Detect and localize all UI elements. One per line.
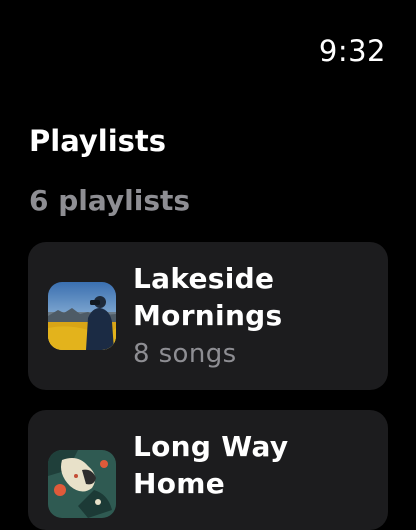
status-time: 9:32: [318, 34, 386, 68]
page-title: Playlists: [29, 124, 167, 158]
playlist-card-long-way-home[interactable]: Long Way Home: [28, 410, 388, 530]
playlist-artwork: [48, 450, 116, 518]
playlist-count: 6 playlists: [29, 184, 191, 217]
playlist-title: Long Way Home: [133, 430, 289, 500]
playlist-title: Lakeside Mornings: [133, 262, 283, 332]
abstract-art-icon: [48, 450, 116, 518]
lake-photo-icon: [48, 282, 116, 350]
playlist-card-lakeside-mornings[interactable]: Lakeside Mornings 8 songs: [28, 242, 388, 390]
playlist-artwork: [48, 282, 116, 350]
playlist-song-count: 8 songs: [133, 339, 237, 369]
